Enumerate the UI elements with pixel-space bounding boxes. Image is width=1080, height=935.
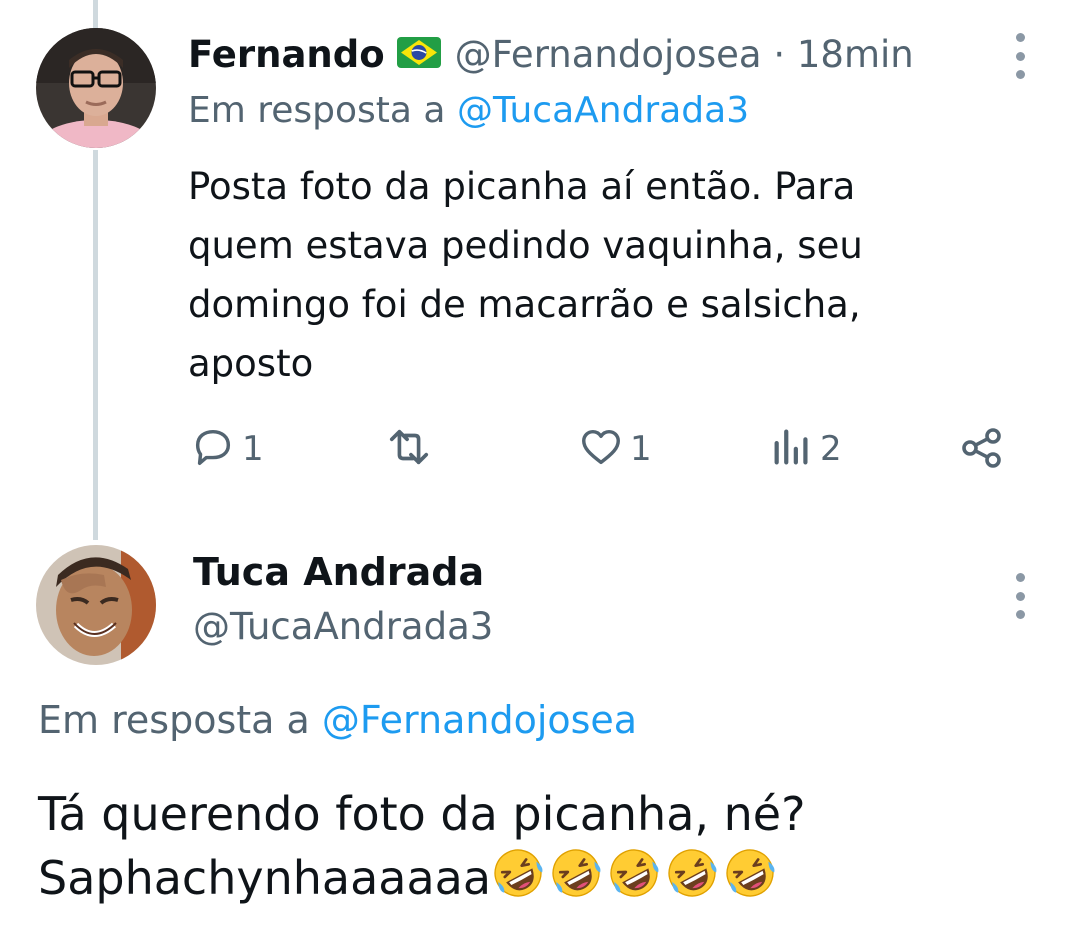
tweet-text-line: Tá querendo foto da picanha, né? xyxy=(38,787,806,841)
avatar[interactable] xyxy=(36,28,156,148)
like-button[interactable]: 1 xyxy=(578,424,652,474)
handle-and-timestamp[interactable]: @Fernandojosea · 18min xyxy=(455,33,914,76)
tweet-text-line: domingo foi de macarrão e salsicha, xyxy=(188,283,861,326)
reply-context: Em resposta a @Fernandojosea xyxy=(38,698,637,742)
rolling-on-floor-laughing-emoji-icon xyxy=(665,846,723,916)
reply-context: Em resposta a @TucaAndrada3 xyxy=(188,90,749,131)
tweet-text-line: aposto xyxy=(188,342,314,385)
tweet-text: Tá querendo foto da picanha, né? Saphach… xyxy=(38,782,806,916)
reply-mention-link[interactable]: @Fernandojosea xyxy=(322,698,637,742)
views-chart-icon xyxy=(770,424,814,474)
reply-mention-link[interactable]: @TucaAndrada3 xyxy=(457,90,749,131)
reply-count: 1 xyxy=(242,429,264,469)
retweet-icon xyxy=(382,424,436,474)
display-name[interactable]: Fernando xyxy=(188,33,385,76)
rolling-on-floor-laughing-emoji-icon xyxy=(723,846,781,916)
reply-prefix: Em resposta a xyxy=(38,698,310,742)
views-button[interactable]: 2 xyxy=(770,424,842,474)
thread-connector xyxy=(93,150,98,540)
reply-prefix: Em resposta a xyxy=(188,90,446,131)
tweet-header: Fernando @Fernandojosea · 18min xyxy=(188,28,914,80)
reply-icon xyxy=(190,424,236,474)
brazil-flag-icon xyxy=(396,36,441,72)
heart-icon xyxy=(578,424,624,474)
more-options-icon[interactable] xyxy=(1010,33,1030,79)
rolling-on-floor-laughing-emoji-icon xyxy=(549,846,607,916)
rolling-on-floor-laughing-emoji-icon xyxy=(491,846,549,916)
tweet-text: Posta foto da picanha aí então. Para que… xyxy=(188,157,988,393)
emoji-group xyxy=(491,846,781,916)
share-button[interactable] xyxy=(958,424,1006,476)
tweet-text-line-with-emojis: Saphachynhaaaaaa xyxy=(38,846,806,916)
reply-button[interactable]: 1 xyxy=(190,424,264,474)
rolling-on-floor-laughing-emoji-icon xyxy=(607,846,665,916)
views-count: 2 xyxy=(820,429,842,469)
like-count: 1 xyxy=(630,429,652,469)
more-options-icon[interactable] xyxy=(1010,573,1030,619)
retweet-button[interactable] xyxy=(382,424,442,474)
tweet-text-line: Posta foto da picanha aí então. Para xyxy=(188,165,856,208)
display-name[interactable]: Tuca Andrada xyxy=(193,550,484,594)
avatar[interactable] xyxy=(36,545,156,665)
tweet-text-word: Saphachynhaaaaaa xyxy=(38,851,492,905)
thread-connector-top xyxy=(93,0,98,30)
share-icon xyxy=(958,424,1006,476)
tweet-text-line: quem estava pedindo vaquinha, seu xyxy=(188,224,863,267)
handle[interactable]: @TucaAndrada3 xyxy=(193,605,493,648)
